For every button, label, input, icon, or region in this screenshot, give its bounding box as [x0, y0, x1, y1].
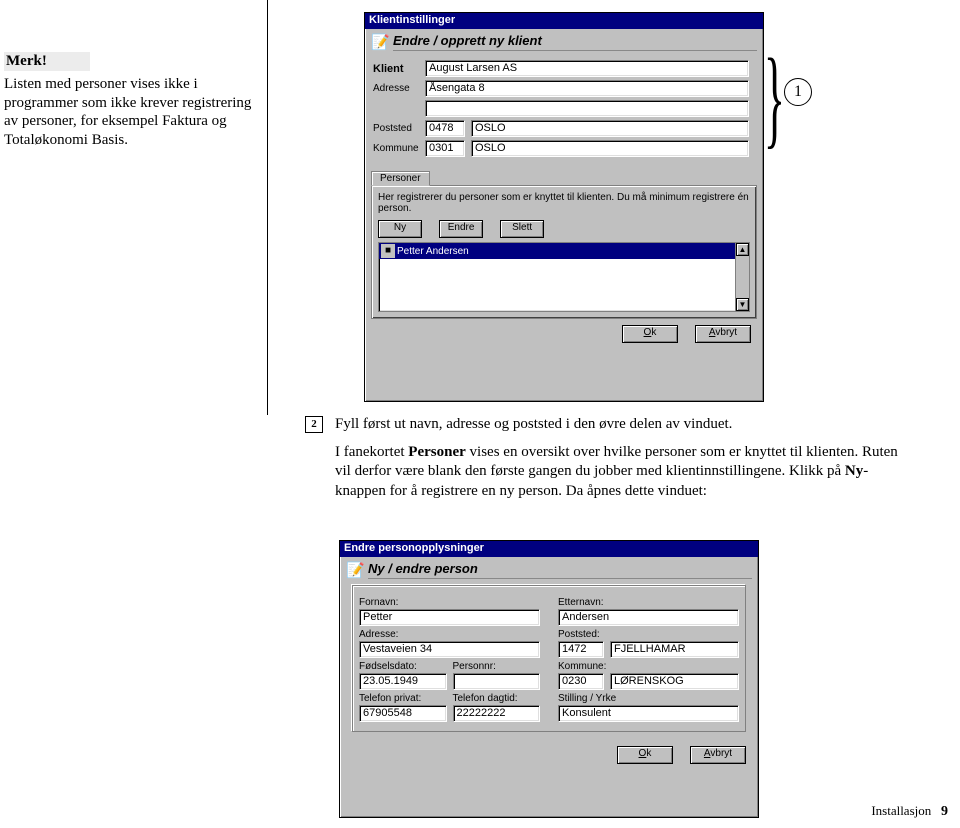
footer-section-label: Installasjon	[871, 803, 931, 818]
dialog2-buttons: Ok Avbryt	[340, 740, 758, 770]
kommune2-label: Kommune:	[558, 661, 739, 672]
endre-button[interactable]: Endre	[439, 220, 483, 238]
kommunenr2-input[interactable]: 0230	[558, 673, 604, 690]
document-edit-icon: 📝	[371, 35, 393, 50]
tabstrip: Personer Her registrerer du personer som…	[371, 170, 757, 319]
note-title: Merk!	[4, 52, 90, 71]
note-body: Listen med personer vises ikke i program…	[4, 75, 252, 150]
footer-page-number: 9	[941, 804, 948, 819]
dialog1-header-text: Endre / opprett ny klient	[393, 33, 757, 51]
document-edit-icon: 📝	[346, 563, 368, 578]
ok-button[interactable]: Ok	[622, 325, 678, 343]
brace-icon: }	[764, 42, 785, 152]
instruction-line-1: Fyll først ut navn, adresse og poststed …	[335, 415, 905, 435]
avbryt-button[interactable]: Avbryt	[695, 325, 751, 343]
fornavn-input[interactable]: Petter	[359, 609, 540, 626]
klientinstillinger-dialog: Klientinstillinger 📝 Endre / opprett ny …	[364, 12, 764, 402]
klient-input[interactable]: August Larsen AS	[425, 60, 749, 77]
adresse-input[interactable]: Åsengata 8	[425, 80, 749, 97]
scroll-down-icon[interactable]: ▼	[736, 298, 749, 311]
list-item[interactable]: ■ Petter Andersen	[379, 243, 735, 259]
personnr-label: Personnr:	[453, 661, 541, 672]
tlf-dagtid-input[interactable]: 22222222	[453, 705, 541, 722]
tab-button-row: Ny Endre Slett	[378, 220, 750, 238]
avbryt-button-2[interactable]: Avbryt	[690, 746, 746, 764]
ny-button[interactable]: Ny	[378, 220, 422, 238]
tlf-dagtid-label: Telefon dagtid:	[453, 693, 541, 704]
dialog1-titlebar: Klientinstillinger	[365, 13, 763, 29]
dialog1-buttons: Ok Avbryt	[365, 319, 763, 349]
tab-personer-panel: Her registrerer du personer som er knytt…	[371, 185, 757, 319]
stilling-label: Stilling / Yrke	[558, 693, 739, 704]
instruction-line-2: I fanekortet Personer vises en oversikt …	[335, 443, 905, 502]
vertical-rule	[267, 0, 268, 415]
adresse2-label: Adresse:	[359, 629, 540, 640]
instruction-paragraph: Fyll først ut navn, adresse og poststed …	[335, 415, 905, 501]
kommunenavn2-input[interactable]: LØRENSKOG	[610, 673, 739, 690]
postnr-input[interactable]: 0478	[425, 120, 465, 137]
dialog2-groupframe: Fornavn: Petter Etternavn: Andersen Adre…	[352, 585, 746, 732]
tlf-privat-label: Telefon privat:	[359, 693, 447, 704]
tab-help-text: Her registrerer du personer som er knytt…	[378, 192, 750, 214]
page-footer: Installasjon 9	[871, 803, 948, 820]
person-listbox[interactable]: ■ Petter Andersen ▲ ▼	[378, 242, 750, 312]
fodselsdato-label: Fødselsdato:	[359, 661, 447, 672]
etternavn-label: Etternavn:	[558, 597, 739, 608]
person-icon: ■	[381, 244, 395, 258]
klient-label: Klient	[373, 63, 425, 75]
adresse2-input[interactable]	[425, 100, 749, 117]
scroll-up-icon[interactable]: ▲	[736, 243, 749, 256]
poststed2-input[interactable]: FJELLHAMAR	[610, 641, 739, 658]
step-number-2: 2	[305, 416, 323, 433]
personnr-input[interactable]	[453, 673, 541, 690]
fodselsdato-input[interactable]: 23.05.1949	[359, 673, 447, 690]
poststed-input[interactable]: OSLO	[471, 120, 749, 137]
dialog2-form: Fornavn: Petter Etternavn: Andersen Adre…	[340, 581, 758, 740]
postnr2-input[interactable]: 1472	[558, 641, 604, 658]
dialog2-titlebar: Endre personopplysninger	[340, 541, 758, 557]
callout-1: 1	[784, 78, 812, 106]
etternavn-input[interactable]: Andersen	[558, 609, 739, 626]
fornavn-label: Fornavn:	[359, 597, 540, 608]
dialog1-form: Klient August Larsen AS Adresse Åsengata…	[365, 53, 763, 164]
endre-personopplysninger-dialog: Endre personopplysninger 📝 Ny / endre pe…	[339, 540, 759, 818]
poststed2-label: Poststed:	[558, 629, 739, 640]
dialog2-header: 📝 Ny / endre person	[340, 557, 758, 581]
kommune-label: Kommune	[373, 143, 425, 154]
adresse2-input[interactable]: Vestaveien 34	[359, 641, 540, 658]
stilling-input[interactable]: Konsulent	[558, 705, 739, 722]
slett-button[interactable]: Slett	[500, 220, 544, 238]
kommunenr-input[interactable]: 0301	[425, 140, 465, 157]
ok-button-2[interactable]: Ok	[617, 746, 673, 764]
tlf-privat-input[interactable]: 67905548	[359, 705, 447, 722]
person-name: Petter Andersen	[397, 246, 469, 257]
scrollbar[interactable]: ▲ ▼	[735, 243, 749, 311]
dialog1-header: 📝 Endre / opprett ny klient	[365, 29, 763, 53]
dialog2-header-text: Ny / endre person	[368, 561, 752, 579]
tab-personer[interactable]: Personer	[371, 171, 430, 186]
adresse-label: Adresse	[373, 83, 425, 94]
kommunenavn-input[interactable]: OSLO	[471, 140, 749, 157]
margin-note: Merk! Listen med personer vises ikke i p…	[4, 52, 252, 150]
poststed-label: Poststed	[373, 123, 425, 134]
